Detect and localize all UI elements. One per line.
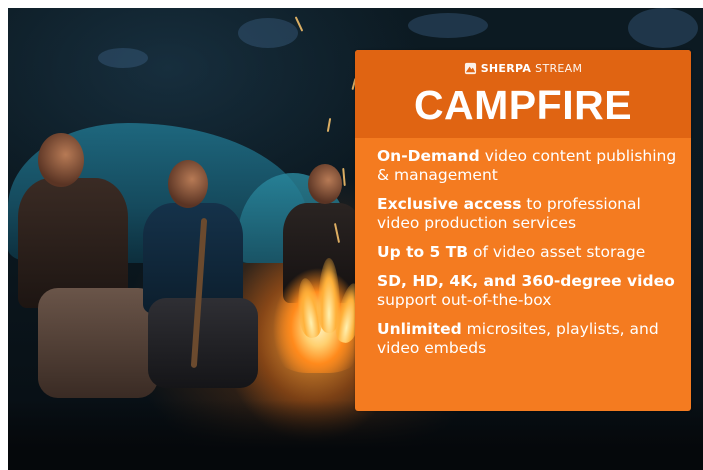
brand-logo: SHERPA STREAM bbox=[355, 62, 691, 75]
feature-item: SD, HD, 4K, and 360-degree video support… bbox=[377, 272, 677, 310]
spark bbox=[326, 117, 332, 133]
feature-item: On-Demand video content publishing & man… bbox=[377, 147, 677, 185]
card-header: SHERPA STREAM CAMPFIRE bbox=[355, 50, 691, 138]
feature-highlight: On-Demand bbox=[377, 147, 480, 165]
feature-highlight: SD, HD, 4K, and 360-degree video bbox=[377, 272, 675, 290]
foliage-blur bbox=[408, 13, 488, 38]
feature-item: Unlimited microsites, playlists, and vid… bbox=[377, 320, 677, 358]
feature-text: support out-of-the-box bbox=[377, 291, 552, 309]
plan-title: CAMPFIRE bbox=[413, 82, 633, 128]
foliage-blur bbox=[98, 48, 148, 68]
campfire-plan-card: SHERPA STREAM CAMPFIRE On-Demand video co… bbox=[355, 50, 691, 411]
spark bbox=[342, 167, 346, 187]
feature-text: of video asset storage bbox=[468, 243, 646, 261]
brand-name-light: STREAM bbox=[535, 62, 583, 75]
brand-name-bold: SHERPA bbox=[480, 62, 532, 75]
feature-list: On-Demand video content publishing & man… bbox=[355, 138, 691, 358]
foliage-blur bbox=[628, 8, 698, 48]
feature-highlight: Exclusive access bbox=[377, 195, 522, 213]
feature-highlight: Unlimited bbox=[377, 320, 462, 338]
feature-highlight: Up to 5 TB bbox=[377, 243, 469, 261]
foliage-blur bbox=[238, 18, 298, 48]
feature-item: Up to 5 TB of video asset storage bbox=[377, 243, 677, 262]
feature-item: Exclusive access to professional video p… bbox=[377, 195, 677, 233]
mountain-box-logo-icon bbox=[464, 62, 476, 75]
